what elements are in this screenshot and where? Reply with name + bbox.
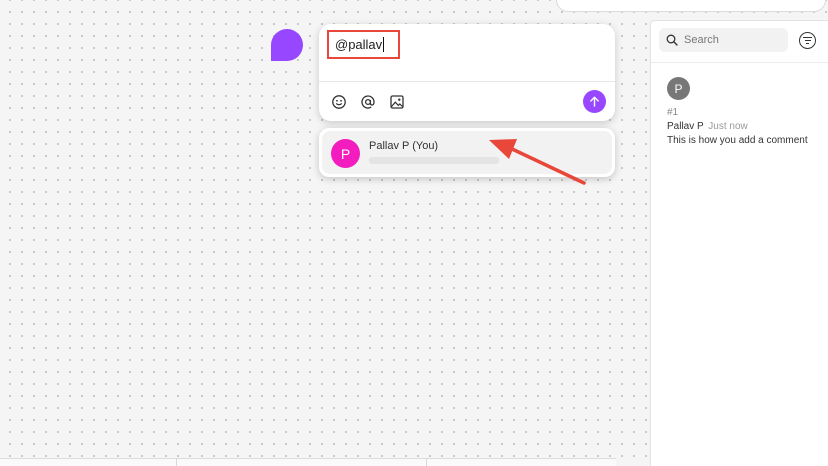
- search-icon: [666, 34, 678, 46]
- text-caret: [383, 37, 385, 52]
- comment-input[interactable]: @pallav: [319, 24, 615, 82]
- annotation-arrow-icon: [489, 139, 586, 185]
- bottom-bar-edge: [0, 458, 616, 466]
- comment-body: This is how you add a comment: [667, 135, 808, 146]
- comment-input-value: @pallav: [335, 37, 383, 52]
- bottom-bar-separator: [176, 459, 177, 466]
- top-toolbar-edge: [556, 0, 826, 12]
- comment-meta: Pallav P Just now: [667, 121, 828, 132]
- emoji-icon[interactable]: [331, 94, 347, 110]
- mention-user-name: Pallav P (You): [369, 140, 439, 152]
- avatar: P: [667, 77, 690, 100]
- comments-sidebar: P #1 Pallav P Just now This is how you a…: [650, 20, 828, 466]
- comment-time: Just now: [708, 121, 748, 132]
- bottom-bar-separator: [426, 459, 427, 466]
- arrow-up-icon: [590, 96, 599, 107]
- composer-toolbar: [331, 94, 405, 110]
- filter-icon[interactable]: [799, 32, 816, 49]
- avatar: P: [331, 139, 360, 168]
- comment-thread[interactable]: P #1 Pallav P Just now This is how you a…: [667, 77, 828, 146]
- comment-author: Pallav P: [667, 121, 704, 132]
- search-input[interactable]: [684, 34, 784, 46]
- sidebar-header: [651, 21, 828, 63]
- comment-composer: @pallav: [319, 24, 615, 121]
- mention-icon[interactable]: [360, 94, 376, 110]
- comment-input-text[interactable]: @pallav: [335, 37, 385, 52]
- send-button[interactable]: [583, 90, 606, 113]
- comment-pin[interactable]: [271, 29, 303, 61]
- image-icon[interactable]: [389, 94, 405, 110]
- comment-number: #1: [667, 107, 679, 118]
- search-box[interactable]: [659, 28, 788, 52]
